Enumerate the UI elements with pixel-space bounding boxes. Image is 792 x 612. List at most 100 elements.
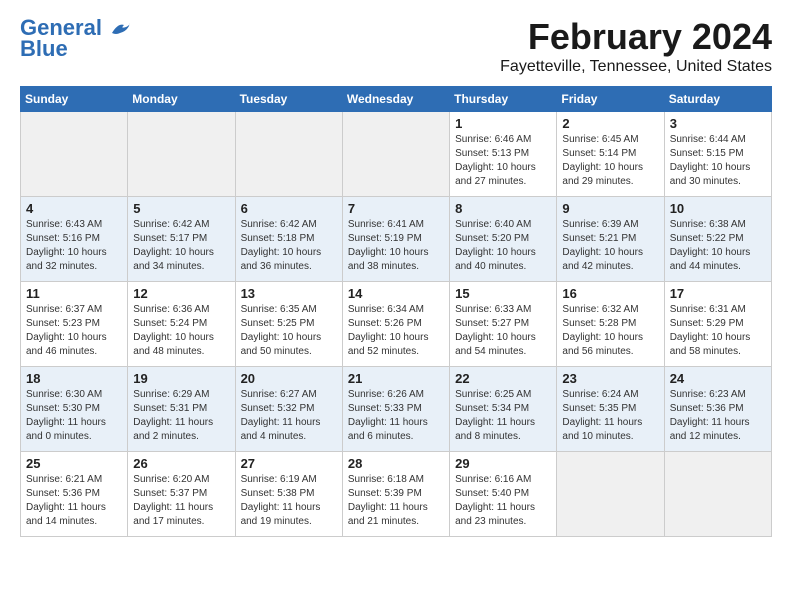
calendar-cell: 12 Sunrise: 6:36 AM Sunset: 5:24 PM Dayli… xyxy=(128,282,235,367)
calendar-cell: 20Sunrise: 6:27 AM Sunset: 5:32 PM Dayli… xyxy=(235,367,342,452)
day-info: Sunrise: 6:43 AM Sunset: 5:16 PM Dayligh… xyxy=(26,218,122,274)
day-number: 15 xyxy=(455,286,551,301)
day-info: Sunrise: 6:31 AM Sunset: 5:29 PM Dayligh… xyxy=(670,303,766,359)
day-number: 19 xyxy=(133,371,229,386)
day-info: Sunrise: 6:42 AM Sunset: 5:18 PM Dayligh… xyxy=(241,218,337,274)
day-info: Sunrise: 6:42 AM Sunset: 5:17 PM Dayligh… xyxy=(133,218,229,274)
day-number: 22 xyxy=(455,371,551,386)
calendar-cell: 28 Sunrise: 6:18 AM Sunset: 5:39 PM Dayli… xyxy=(342,452,449,537)
weekday-header-friday: Friday xyxy=(557,87,664,112)
day-number: 12 xyxy=(133,286,229,301)
calendar-cell xyxy=(21,112,128,197)
calendar-cell: 27 Sunrise: 6:19 AM Sunset: 5:38 PM Dayli… xyxy=(235,452,342,537)
calendar-cell: 22 Sunrise: 6:25 AM Sunset: 5:34 PM Dayli… xyxy=(450,367,557,452)
day-info: Sunrise: 6:39 AM Sunset: 5:21 PM Dayligh… xyxy=(562,218,658,274)
calendar-cell: 5Sunrise: 6:42 AM Sunset: 5:17 PM Daylig… xyxy=(128,197,235,282)
day-info: Sunrise: 6:26 AM Sunset: 5:33 PM Dayligh… xyxy=(348,388,444,444)
calendar-week-row: 25 Sunrise: 6:21 AM Sunset: 5:36 PM Dayli… xyxy=(21,452,772,537)
calendar-week-row: 1 Sunrise: 6:46 AM Sunset: 5:13 PM Daylig… xyxy=(21,112,772,197)
calendar-cell: 8 Sunrise: 6:40 AM Sunset: 5:20 PM Daylig… xyxy=(450,197,557,282)
calendar-cell: 2 Sunrise: 6:45 AM Sunset: 5:14 PM Daylig… xyxy=(557,112,664,197)
day-info: Sunrise: 6:20 AM Sunset: 5:37 PM Dayligh… xyxy=(133,473,229,529)
calendar-cell xyxy=(664,452,771,537)
calendar-week-row: 11Sunrise: 6:37 AM Sunset: 5:23 PM Dayli… xyxy=(21,282,772,367)
day-info: Sunrise: 6:25 AM Sunset: 5:34 PM Dayligh… xyxy=(455,388,551,444)
day-number: 25 xyxy=(26,456,122,471)
month-title: February 2024 xyxy=(500,16,772,58)
day-info: Sunrise: 6:41 AM Sunset: 5:19 PM Dayligh… xyxy=(348,218,444,274)
day-info: Sunrise: 6:16 AM Sunset: 5:40 PM Dayligh… xyxy=(455,473,551,529)
weekday-header-monday: Monday xyxy=(128,87,235,112)
calendar-cell: 6 Sunrise: 6:42 AM Sunset: 5:18 PM Daylig… xyxy=(235,197,342,282)
day-number: 28 xyxy=(348,456,444,471)
calendar-cell: 29 Sunrise: 6:16 AM Sunset: 5:40 PM Dayli… xyxy=(450,452,557,537)
day-number: 7 xyxy=(348,201,444,216)
day-number: 9 xyxy=(562,201,658,216)
day-info: Sunrise: 6:19 AM Sunset: 5:38 PM Dayligh… xyxy=(241,473,337,529)
day-info: Sunrise: 6:33 AM Sunset: 5:27 PM Dayligh… xyxy=(455,303,551,359)
day-info: Sunrise: 6:38 AM Sunset: 5:22 PM Dayligh… xyxy=(670,218,766,274)
day-info: Sunrise: 6:45 AM Sunset: 5:14 PM Dayligh… xyxy=(562,133,658,189)
page-header: General Blue February 2024 Fayetteville,… xyxy=(20,16,772,76)
weekday-header-tuesday: Tuesday xyxy=(235,87,342,112)
calendar-cell: 7 Sunrise: 6:41 AM Sunset: 5:19 PM Daylig… xyxy=(342,197,449,282)
calendar-cell: 19 Sunrise: 6:29 AM Sunset: 5:31 PM Dayli… xyxy=(128,367,235,452)
calendar-cell xyxy=(235,112,342,197)
calendar-cell: 25 Sunrise: 6:21 AM Sunset: 5:36 PM Dayli… xyxy=(21,452,128,537)
day-info: Sunrise: 6:18 AM Sunset: 5:39 PM Dayligh… xyxy=(348,473,444,529)
day-info: Sunrise: 6:21 AM Sunset: 5:36 PM Dayligh… xyxy=(26,473,122,529)
weekday-header-saturday: Saturday xyxy=(664,87,771,112)
day-info: Sunrise: 6:30 AM Sunset: 5:30 PM Dayligh… xyxy=(26,388,122,444)
day-info: Sunrise: 6:36 AM Sunset: 5:24 PM Dayligh… xyxy=(133,303,229,359)
day-info: Sunrise: 6:46 AM Sunset: 5:13 PM Dayligh… xyxy=(455,133,551,189)
day-info: Sunrise: 6:29 AM Sunset: 5:31 PM Dayligh… xyxy=(133,388,229,444)
day-number: 4 xyxy=(26,201,122,216)
calendar-cell xyxy=(128,112,235,197)
calendar-cell: 16 Sunrise: 6:32 AM Sunset: 5:28 PM Dayli… xyxy=(557,282,664,367)
day-number: 11 xyxy=(26,286,122,301)
day-info: Sunrise: 6:34 AM Sunset: 5:26 PM Dayligh… xyxy=(348,303,444,359)
day-number: 13 xyxy=(241,286,337,301)
day-number: 18 xyxy=(26,371,122,386)
day-number: 16 xyxy=(562,286,658,301)
day-number: 26 xyxy=(133,456,229,471)
day-number: 6 xyxy=(241,201,337,216)
day-number: 20 xyxy=(241,371,337,386)
logo: General Blue xyxy=(20,16,132,62)
day-info: Sunrise: 6:32 AM Sunset: 5:28 PM Dayligh… xyxy=(562,303,658,359)
calendar-cell: 13Sunrise: 6:35 AM Sunset: 5:25 PM Dayli… xyxy=(235,282,342,367)
calendar-cell: 23 Sunrise: 6:24 AM Sunset: 5:35 PM Dayli… xyxy=(557,367,664,452)
calendar-cell: 21 Sunrise: 6:26 AM Sunset: 5:33 PM Dayli… xyxy=(342,367,449,452)
calendar-cell xyxy=(342,112,449,197)
day-number: 17 xyxy=(670,286,766,301)
calendar-cell: 10 Sunrise: 6:38 AM Sunset: 5:22 PM Dayli… xyxy=(664,197,771,282)
calendar-table: SundayMondayTuesdayWednesdayThursdayFrid… xyxy=(20,86,772,537)
day-number: 27 xyxy=(241,456,337,471)
calendar-header-row: SundayMondayTuesdayWednesdayThursdayFrid… xyxy=(21,87,772,112)
calendar-cell: 15 Sunrise: 6:33 AM Sunset: 5:27 PM Dayli… xyxy=(450,282,557,367)
day-number: 29 xyxy=(455,456,551,471)
calendar-week-row: 18 Sunrise: 6:30 AM Sunset: 5:30 PM Dayli… xyxy=(21,367,772,452)
calendar-cell: 14Sunrise: 6:34 AM Sunset: 5:26 PM Dayli… xyxy=(342,282,449,367)
calendar-week-row: 4 Sunrise: 6:43 AM Sunset: 5:16 PM Daylig… xyxy=(21,197,772,282)
calendar-cell: 3Sunrise: 6:44 AM Sunset: 5:15 PM Daylig… xyxy=(664,112,771,197)
day-number: 24 xyxy=(670,371,766,386)
logo-blue: Blue xyxy=(20,36,68,62)
day-info: Sunrise: 6:24 AM Sunset: 5:35 PM Dayligh… xyxy=(562,388,658,444)
weekday-header-sunday: Sunday xyxy=(21,87,128,112)
calendar-cell: 11Sunrise: 6:37 AM Sunset: 5:23 PM Dayli… xyxy=(21,282,128,367)
day-info: Sunrise: 6:40 AM Sunset: 5:20 PM Dayligh… xyxy=(455,218,551,274)
calendar-cell: 18 Sunrise: 6:30 AM Sunset: 5:30 PM Dayli… xyxy=(21,367,128,452)
calendar-cell: 9 Sunrise: 6:39 AM Sunset: 5:21 PM Daylig… xyxy=(557,197,664,282)
calendar-cell: 26 Sunrise: 6:20 AM Sunset: 5:37 PM Dayli… xyxy=(128,452,235,537)
day-number: 23 xyxy=(562,371,658,386)
day-number: 2 xyxy=(562,116,658,131)
logo-bird-icon xyxy=(110,21,132,37)
calendar-cell: 24Sunrise: 6:23 AM Sunset: 5:36 PM Dayli… xyxy=(664,367,771,452)
day-number: 8 xyxy=(455,201,551,216)
day-number: 3 xyxy=(670,116,766,131)
day-number: 1 xyxy=(455,116,551,131)
day-number: 10 xyxy=(670,201,766,216)
day-number: 21 xyxy=(348,371,444,386)
title-area: February 2024 Fayetteville, Tennessee, U… xyxy=(500,16,772,76)
